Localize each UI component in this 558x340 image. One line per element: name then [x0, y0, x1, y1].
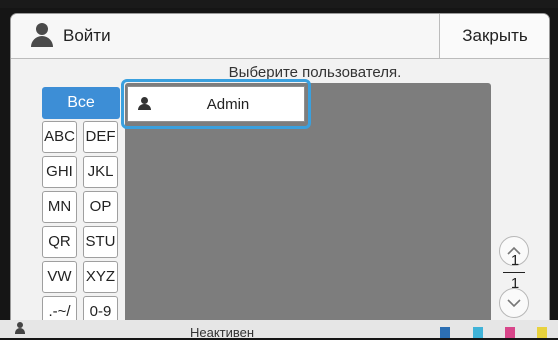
- filter-button-def[interactable]: DEF: [83, 121, 118, 153]
- dialog-titlebar: Войти Закрыть: [11, 14, 549, 59]
- toner-icon: [440, 327, 450, 338]
- filter-button-xyz[interactable]: XYZ: [83, 261, 118, 293]
- user-icon: [15, 322, 25, 336]
- user-name: Admin: [206, 96, 250, 113]
- filter-button-jkl[interactable]: JKL: [83, 156, 118, 188]
- toner-icon: [505, 327, 515, 338]
- page-down-button[interactable]: [499, 288, 529, 318]
- filter-button-abc[interactable]: ABC: [42, 121, 77, 153]
- chevron-down-icon: [507, 299, 521, 308]
- filter-button-vw[interactable]: VW: [42, 261, 77, 293]
- user-icon: [138, 97, 151, 111]
- filter-all-button[interactable]: Все: [42, 87, 120, 119]
- background-edge: [0, 0, 558, 8]
- filter-button-ghi[interactable]: GHI: [42, 156, 77, 188]
- login-dialog: Войти Закрыть Выберите пользователя. Все…: [10, 13, 550, 335]
- user-icon: [31, 23, 53, 49]
- filter-button-stu[interactable]: STU: [83, 226, 118, 258]
- user-list-item[interactable]: Admin: [127, 86, 305, 122]
- page-current: 1: [510, 252, 520, 269]
- toner-icon: [537, 327, 547, 338]
- filter-button-mn[interactable]: MN: [42, 191, 77, 223]
- page-divider: [503, 272, 525, 273]
- close-button[interactable]: Закрыть: [439, 14, 549, 58]
- toner-icon: [473, 327, 483, 338]
- filter-button-qr[interactable]: QR: [42, 226, 77, 258]
- status-text: Неактивен: [190, 325, 255, 340]
- filter-button-op[interactable]: OP: [83, 191, 118, 223]
- dialog-title: Войти: [63, 26, 111, 45]
